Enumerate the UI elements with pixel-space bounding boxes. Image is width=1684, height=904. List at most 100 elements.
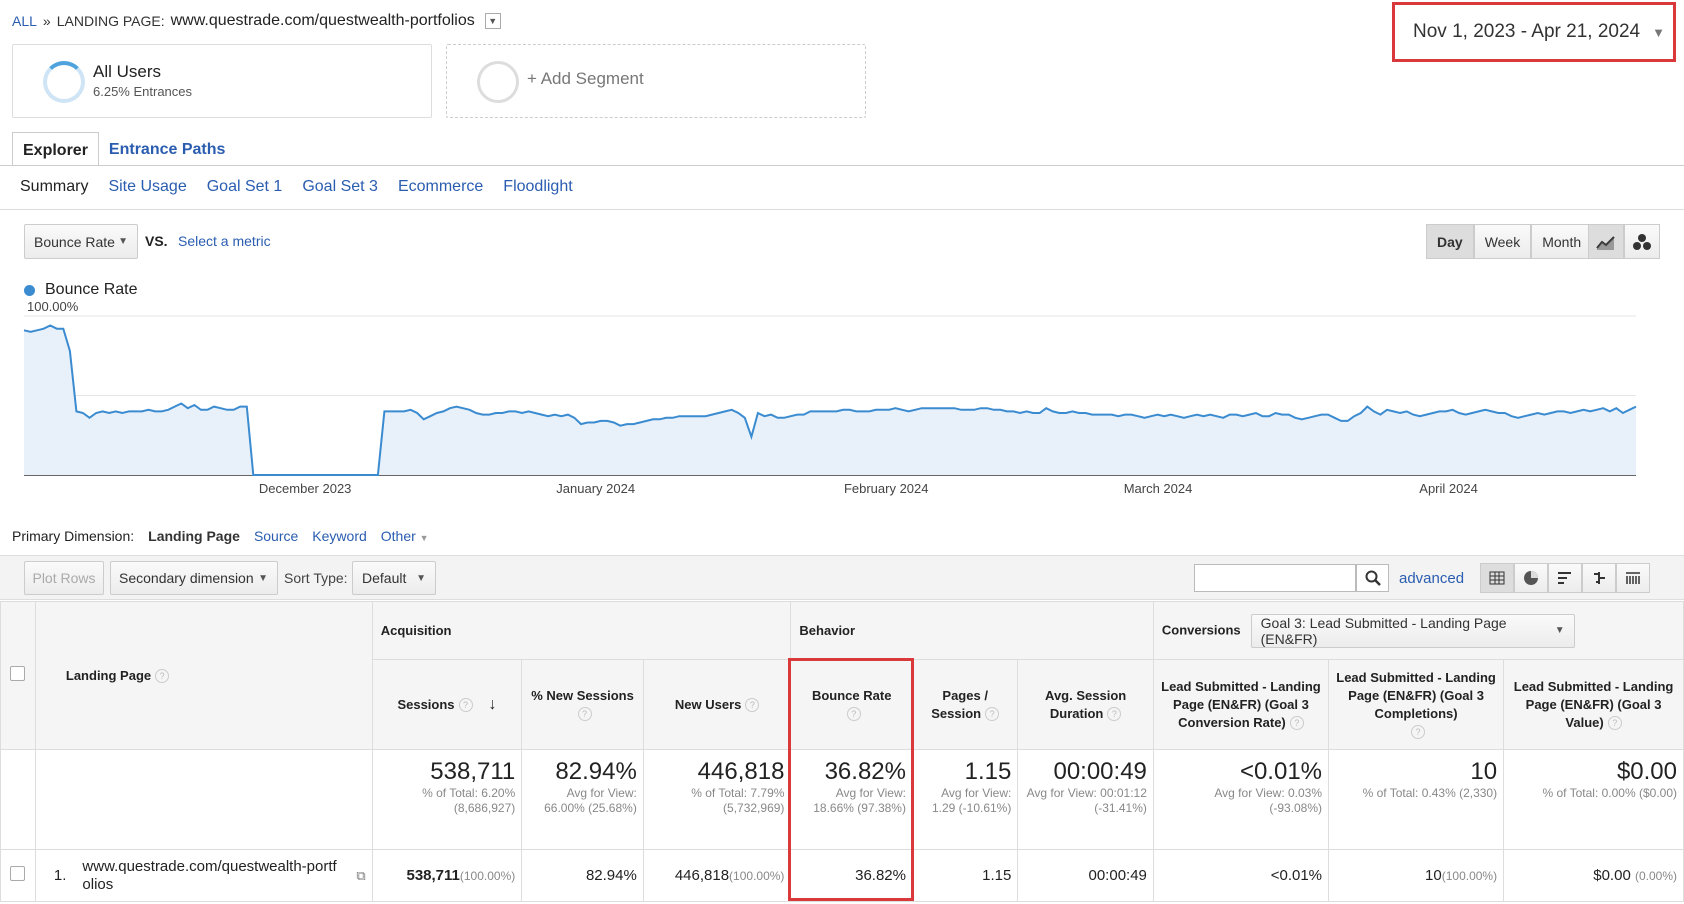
total-sub: % of Total: 0.00% ($0.00) [1542, 786, 1677, 800]
search-button[interactable] [1356, 564, 1389, 592]
row-landing-page-link[interactable]: www.questrade.com/questwealth-portfolios [82, 858, 340, 894]
subtab-goal-set-3[interactable]: Goal Set 3 [302, 178, 378, 196]
total-value: 10 [1470, 758, 1498, 785]
pivot-view-button[interactable] [1616, 563, 1650, 593]
chart-legend: Bounce Rate [24, 281, 138, 299]
sort-type-select[interactable]: Default ▼ [352, 561, 436, 595]
help-icon[interactable]: ? [458, 698, 473, 713]
metric-select[interactable]: Bounce Rate ▼ [24, 224, 138, 259]
total-avg-duration: 00:00:49 Avg for View: 00:01:12 (-31.41%) [1017, 749, 1154, 850]
plot-rows-button[interactable]: Plot Rows [24, 561, 104, 595]
column-header-landing-page[interactable]: Landing Page? [34, 601, 373, 750]
subtab-site-usage[interactable]: Site Usage [108, 178, 186, 196]
row-landing-page-cell: 1. www.questrade.com/questwealth-portfol… [34, 849, 373, 902]
data-view-button[interactable] [1480, 563, 1514, 593]
open-external-icon[interactable]: ⧉ [356, 868, 365, 884]
tab-explorer[interactable]: Explorer [12, 132, 99, 166]
column-header-avg-session-duration[interactable]: Avg. Session Duration? [1017, 659, 1154, 750]
column-header-goal-value[interactable]: Lead Submitted - Landing Page (EN&FR) (G… [1503, 659, 1684, 750]
tab-entrance-paths[interactable]: Entrance Paths [99, 132, 235, 166]
period-month-button[interactable]: Month [1531, 224, 1593, 259]
subtab-goal-set-1[interactable]: Goal Set 1 [207, 178, 283, 196]
dimension-other-link[interactable]: Other ▼ [381, 528, 429, 544]
help-icon[interactable]: ? [577, 707, 592, 722]
primary-dimension-label: Primary Dimension: [12, 528, 135, 544]
secondary-dimension-select[interactable]: Secondary dimension ▼ [110, 561, 278, 595]
sort-down-arrow-icon[interactable]: ↓ [489, 696, 497, 713]
select-all-cell [0, 601, 36, 750]
help-icon[interactable]: ? [1107, 707, 1122, 722]
column-header-new-users[interactable]: New Users? [642, 659, 792, 750]
row-new-users-pct: (100.00%) [729, 869, 785, 883]
row-checkbox[interactable] [10, 866, 26, 881]
breadcrumb-dropdown-icon[interactable]: ▼ [484, 13, 501, 29]
primary-dimension-bar: Primary Dimension: Landing Page Source K… [12, 528, 429, 544]
total-sub: % of Total: 7.79% (5,732,969) [691, 786, 785, 815]
segment-title: All Users [93, 62, 162, 81]
chevron-down-icon: ▼ [118, 236, 128, 247]
breadcrumb-all-link[interactable]: ALL [12, 13, 37, 29]
total-value: 446,818 [697, 758, 785, 785]
table-view-selector [1480, 563, 1650, 593]
date-range-picker[interactable]: Nov 1, 2023 - Apr 21, 2024 ▼ [1392, 2, 1676, 62]
dimension-keyword-link[interactable]: Keyword [312, 528, 366, 544]
goal-select[interactable]: Goal 3: Lead Submitted - Landing Page (E… [1250, 613, 1575, 648]
vs-label: VS. [145, 233, 168, 249]
add-segment-button[interactable]: + Add Segment [446, 44, 866, 118]
column-header-completions[interactable]: Lead Submitted - Landing Page (EN&FR) (G… [1328, 659, 1505, 750]
select-metric-link[interactable]: Select a metric [178, 233, 271, 249]
segment-ring-icon [43, 61, 85, 103]
row-index: 1. [53, 867, 67, 884]
help-icon[interactable]: ? [1411, 725, 1426, 740]
period-day-button[interactable]: Day [1426, 224, 1474, 259]
column-header-conversion-rate[interactable]: Lead Submitted - Landing Page (EN&FR) (G… [1152, 659, 1330, 750]
row-goal-value: $0.00 (0.00%) [1503, 849, 1684, 902]
total-sessions: 538,711% of Total: 6.20% (8,686,927) [371, 749, 523, 850]
total-completions: 10% of Total: 0.43% (2,330) [1328, 749, 1505, 850]
advanced-filter-link[interactable]: advanced [1399, 570, 1464, 587]
subtab-divider [0, 209, 1684, 210]
subtab-floodlight[interactable]: Floodlight [503, 178, 572, 196]
group-acquisition: Acquisition [371, 601, 792, 660]
subtab-ecommerce[interactable]: Ecommerce [398, 178, 483, 196]
column-completions-label: Lead Submitted - Landing Page (EN&FR) (G… [1336, 669, 1496, 721]
help-icon[interactable]: ? [1289, 716, 1304, 731]
dimension-source-link[interactable]: Source [254, 528, 298, 544]
total-sub: Avg for View: 0.03% (-93.08%) [1214, 786, 1323, 815]
table-search-input[interactable] [1194, 564, 1356, 592]
row-completions-value: 10 [1425, 867, 1442, 884]
chevron-down-icon: ▼ [1652, 24, 1665, 40]
date-range-label: Nov 1, 2023 - Apr 21, 2024 [1413, 21, 1641, 42]
help-icon[interactable]: ? [1607, 716, 1622, 731]
add-segment-label: + Add Segment [527, 69, 644, 88]
row-sessions-value: 538,711 [406, 867, 460, 884]
motion-chart-button[interactable] [1624, 224, 1660, 259]
line-chart-button[interactable] [1588, 224, 1624, 259]
subtab-summary[interactable]: Summary [20, 178, 88, 196]
column-header-sessions[interactable]: Sessions? ↓ [371, 659, 523, 750]
column-new-sessions-label: % New Sessions [531, 687, 634, 703]
help-icon[interactable]: ? [985, 707, 1000, 722]
primary-dimension-current: Landing Page [148, 528, 240, 544]
pivot-icon [1626, 572, 1640, 584]
total-new-users: 446,818% of Total: 7.79% (5,732,969) [642, 749, 792, 850]
group-behavior: Behavior [790, 601, 1154, 660]
percentage-view-button[interactable] [1514, 563, 1548, 593]
group-conversions: Conversions Goal 3: Lead Submitted - Land… [1152, 601, 1684, 660]
segment-all-users[interactable]: All Users 6.25% Entrances [12, 44, 432, 118]
total-goal-value: $0.00% of Total: 0.00% ($0.00) [1503, 749, 1684, 850]
performance-view-button[interactable] [1548, 563, 1582, 593]
bounce-rate-area [24, 325, 1636, 475]
column-header-new-sessions[interactable]: % New Sessions? [521, 659, 644, 750]
column-pages-session-label: Pages / Session [931, 687, 988, 721]
report-tabs: Explorer Entrance Paths [12, 132, 235, 166]
comparison-view-button[interactable] [1582, 563, 1616, 593]
select-all-checkbox[interactable] [10, 665, 26, 681]
column-header-pages-session[interactable]: Pages / Session? [911, 659, 1019, 750]
metric-select-label: Bounce Rate [34, 233, 115, 250]
help-icon[interactable]: ? [745, 698, 760, 713]
help-icon[interactable]: ? [155, 669, 170, 684]
column-sessions-label: Sessions [397, 696, 455, 712]
period-week-button[interactable]: Week [1473, 224, 1532, 259]
tab-divider [0, 165, 1684, 166]
